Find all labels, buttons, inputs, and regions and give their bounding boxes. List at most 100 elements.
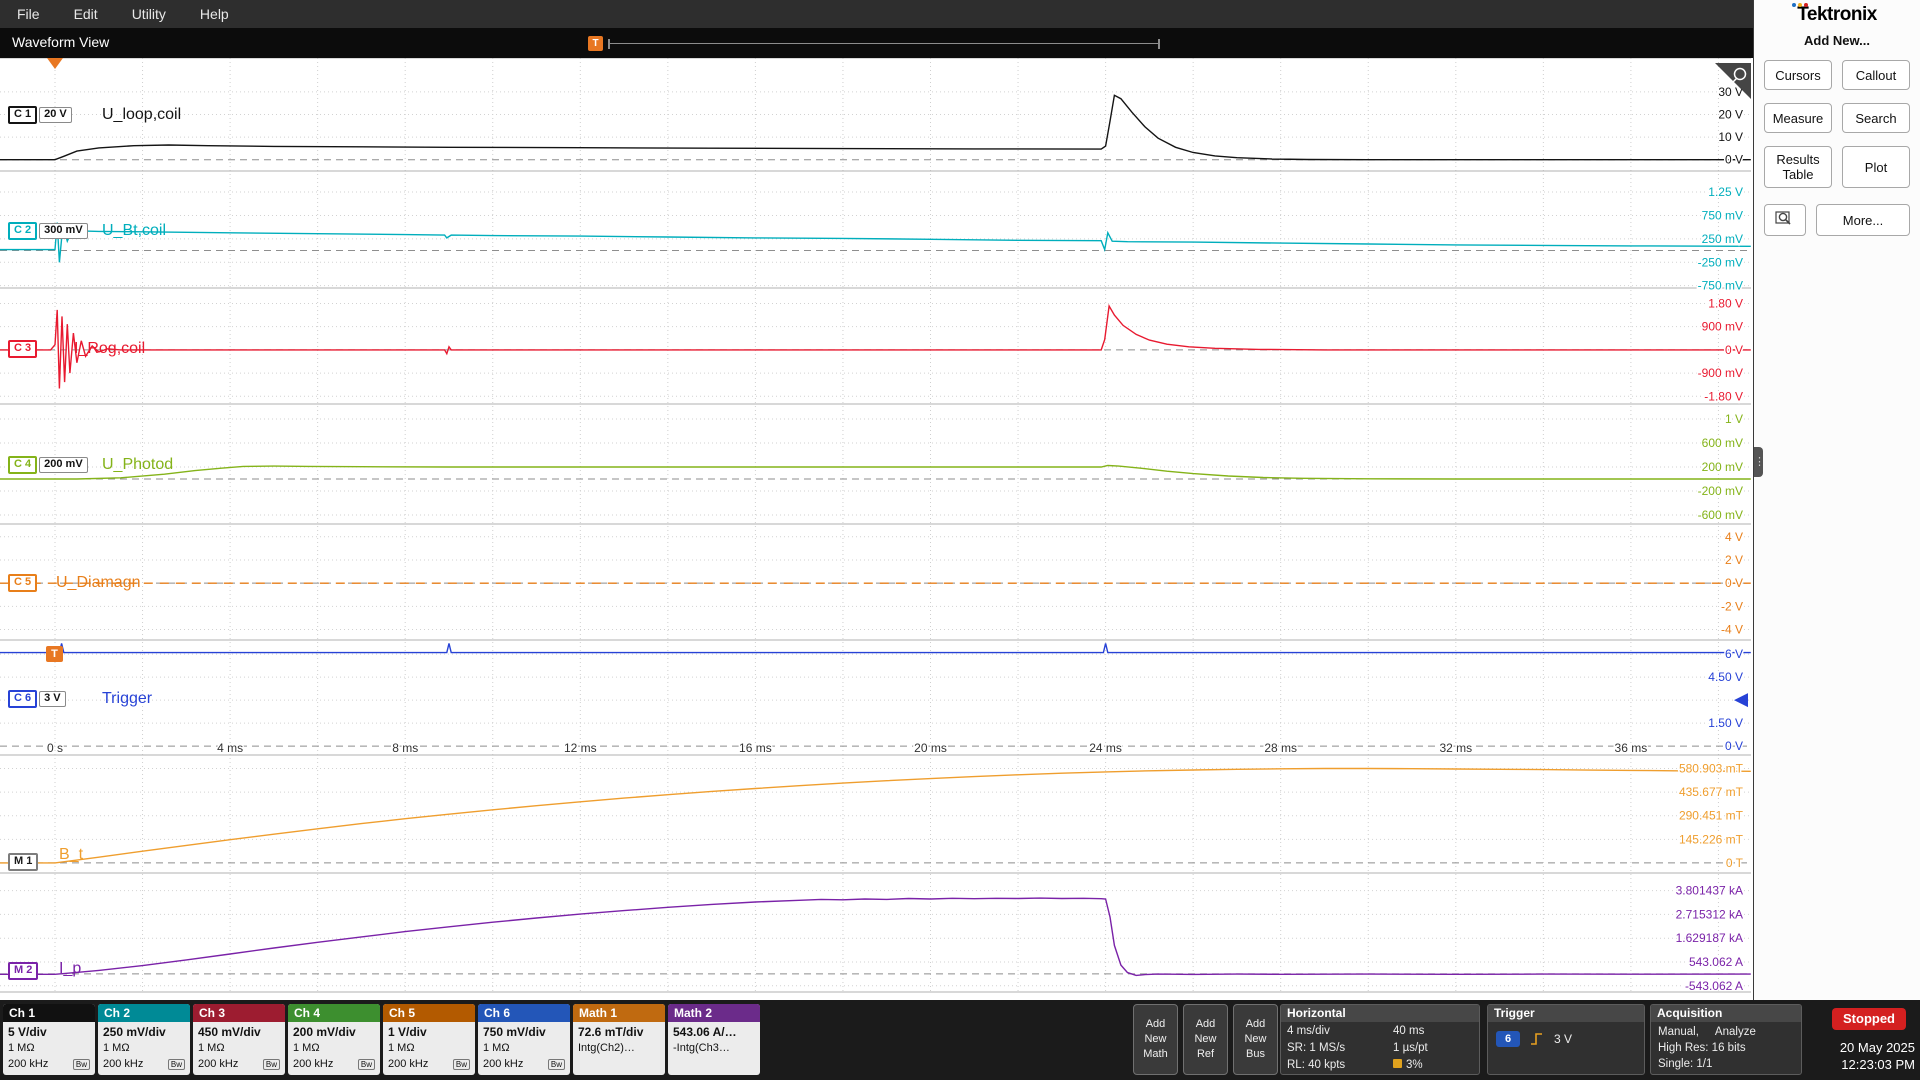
horizontal-values: 4 ms/div 40 ms SR: 1 MS/s 1 µs/pt RL: 40… <box>1281 1022 1479 1075</box>
overview-window-bar[interactable] <box>608 43 1160 44</box>
cursors-button[interactable]: Cursors <box>1764 60 1832 90</box>
logo-dots <box>1792 3 1808 7</box>
add-new-math-button[interactable]: Add New Math <box>1133 1004 1178 1075</box>
callout-button[interactable]: Callout <box>1842 60 1910 90</box>
sample-rate: SR: 1 MS/s <box>1287 1040 1393 1057</box>
channel-card-body: 543.06 A/…-Intg(Ch3… <box>668 1022 760 1059</box>
channel-card-math-2[interactable]: Math 2543.06 A/…-Intg(Ch3… <box>668 1004 760 1075</box>
channel-badge-ch4[interactable]: C 4200 mV <box>8 456 88 474</box>
channel-card-body: 750 mV/div1 MΩ200 kHzBᴡ <box>478 1022 570 1075</box>
plot-button[interactable]: Plot <box>1842 146 1910 188</box>
results-table-button[interactable]: Results Table <box>1764 146 1832 188</box>
channel-card-ch-6[interactable]: Ch 6750 mV/div1 MΩ200 kHzBᴡ <box>478 1004 570 1075</box>
panel-splitter-handle[interactable]: ⋮ <box>1754 447 1763 477</box>
channel-card-line: 5 V/div <box>8 1024 90 1041</box>
channel-card-body: 1 V/div1 MΩ200 kHzBᴡ <box>383 1022 475 1075</box>
channel-scale-chip: 20 V <box>39 107 72 123</box>
channel-label-ch6[interactable]: Trigger <box>102 689 152 709</box>
settings-bar: Ch 15 V/div1 MΩ200 kHzBᴡCh 2 250 mV/div 1 … <box>0 1000 1920 1080</box>
channel-card-line: 200 kHzBᴡ <box>8 1057 90 1073</box>
channel-card-ch-3[interactable]: Ch 3450 mV/div1 MΩ200 kHzBᴡ <box>193 1004 285 1075</box>
channel-card-line: -Intg(Ch3… <box>673 1041 755 1057</box>
channel-label-ch1[interactable]: U_loop,coil <box>102 105 181 125</box>
bandwidth-limit-icon: Bᴡ <box>453 1059 470 1070</box>
horizontal-panel[interactable]: Horizontal 4 ms/div 40 ms SR: 1 MS/s 1 µ… <box>1280 1004 1480 1075</box>
channel-label-ch3[interactable]: I_Rog,coil <box>74 339 145 359</box>
acquisition-panel[interactable]: Acquisition Manual, Analyze High Res: 16… <box>1650 1004 1802 1075</box>
channel-badge-ch3[interactable]: C 3 <box>8 340 37 358</box>
channel-label-math2[interactable]: I_p <box>59 959 81 979</box>
channel-card-body: 450 mV/div1 MΩ200 kHzBᴡ <box>193 1022 285 1075</box>
channel-card-body: 200 mV/div1 MΩ200 kHzBᴡ <box>288 1022 380 1075</box>
trigger-level-value: 3 V <box>1554 1032 1572 1046</box>
channel-badge-layer: C 120 V U_loop,coil C 2300 mV U_Bt,coil C 3 I… <box>0 58 1753 1000</box>
channel-label-math1[interactable]: B_t <box>59 845 83 865</box>
channel-scale-chip: 300 mV <box>39 223 88 239</box>
position-icon <box>1393 1059 1402 1068</box>
channel-card-line: 200 kHzBᴡ <box>103 1057 185 1073</box>
measure-button[interactable]: Measure <box>1764 103 1832 133</box>
channel-label-ch4[interactable]: U_Photod <box>102 455 173 475</box>
acquisition-resolution: High Res: 16 bits <box>1658 1040 1794 1056</box>
position-percent: 3% <box>1393 1057 1473 1074</box>
channel-badge-math1[interactable]: M 1 <box>8 853 38 871</box>
menu-help[interactable]: Help <box>183 6 246 22</box>
channel-card-line: 200 kHzBᴡ <box>388 1057 470 1073</box>
channel-label-ch5[interactable]: U_Diamagn <box>56 573 140 593</box>
search-button[interactable]: Search <box>1842 103 1910 133</box>
channel-card-line: 200 mV/div <box>293 1024 375 1041</box>
menu-file[interactable]: File <box>0 6 57 22</box>
channel-label-ch2[interactable]: U_Bt,coil <box>102 221 166 241</box>
add-new-bus-button[interactable]: Add New Bus <box>1233 1004 1278 1075</box>
channel-card-ch-2[interactable]: Ch 2250 mV/div1 MΩ200 kHzBᴡ <box>98 1004 190 1075</box>
zoom-corner-control[interactable] <box>1711 63 1751 108</box>
channel-badge-ch1[interactable]: C 120 V <box>8 106 72 124</box>
channel-card-line: 250 mV/div <box>103 1024 185 1041</box>
tektronix-logo: Tektronix <box>1754 4 1920 26</box>
waveform-view-titlebar: Waveform View T <box>0 28 1753 58</box>
acquisition-overview[interactable]: T <box>588 28 1160 58</box>
trigger-panel[interactable]: Trigger 6 3 V <box>1487 1004 1645 1075</box>
channel-card-title: Ch 2 <box>98 1004 190 1022</box>
waveform-area: 30 V20 V10 V0 V1.25 V750 mV250 mV-250 mV… <box>0 58 1753 1000</box>
channel-badge-ch6[interactable]: C 63 V <box>8 690 66 708</box>
bandwidth-limit-icon: Bᴡ <box>168 1059 185 1070</box>
waveform-view-title: Waveform View <box>12 34 109 50</box>
channel-card-ch-5[interactable]: Ch 51 V/div1 MΩ200 kHzBᴡ <box>383 1004 475 1075</box>
record-length: RL: 40 kpts <box>1287 1057 1393 1074</box>
channel-badge-math2[interactable]: M 2 <box>8 962 38 980</box>
channel-badge-text: M 1 <box>8 853 38 871</box>
channel-badge-ch2[interactable]: C 2300 mV <box>8 222 88 240</box>
channel-card-line: 1 V/div <box>388 1024 470 1041</box>
channel-badge-text: C 2 <box>8 222 37 240</box>
channel-card-ch-4[interactable]: Ch 4200 mV/div1 MΩ200 kHzBᴡ <box>288 1004 380 1075</box>
channel-card-line: 1 MΩ <box>293 1041 375 1057</box>
channel-card-ch-1[interactable]: Ch 15 V/div1 MΩ200 kHzBᴡ <box>3 1004 95 1075</box>
channel-card-line: 1 MΩ <box>483 1041 565 1057</box>
run-status-badge: Stopped <box>1832 1008 1906 1030</box>
acquisition-mode: Manual, <box>1658 1024 1699 1040</box>
zoom-tool-button[interactable] <box>1764 204 1806 236</box>
bandwidth-limit-icon: Bᴡ <box>548 1059 565 1070</box>
add-new-label: Add New... <box>1754 33 1920 48</box>
rising-edge-icon <box>1529 1031 1545 1047</box>
channel-badge-text: C 1 <box>8 106 37 124</box>
channel-card-math-1[interactable]: Math 172.6 mT/divIntg(Ch2)… <box>573 1004 665 1075</box>
sample-interval: 1 µs/pt <box>1393 1040 1473 1057</box>
bandwidth-limit-icon: Bᴡ <box>263 1059 280 1070</box>
trigger-source-badge[interactable]: T <box>46 646 63 662</box>
acquisition-analyze: Analyze <box>1715 1024 1756 1040</box>
menu-utility[interactable]: Utility <box>115 6 183 22</box>
channel-card-title: Ch 6 <box>478 1004 570 1022</box>
trigger-source-channel-badge: 6 <box>1496 1031 1520 1047</box>
channel-card-title: Math 1 <box>573 1004 665 1022</box>
add-new-ref-button[interactable]: Add New Ref <box>1183 1004 1228 1075</box>
more-button[interactable]: More... <box>1816 204 1910 236</box>
channel-card-line: 450 mV/div <box>198 1024 280 1041</box>
menu-edit[interactable]: Edit <box>57 6 115 22</box>
channel-card-line: 72.6 mT/div <box>578 1024 660 1041</box>
acquisition-single: Single: 1/1 <box>1658 1056 1794 1072</box>
bandwidth-limit-icon: Bᴡ <box>358 1059 375 1070</box>
channel-badge-ch5[interactable]: C 5 <box>8 574 37 592</box>
right-panel: Tektronix Add New... Cursors Callout Mea… <box>1753 0 1920 1000</box>
